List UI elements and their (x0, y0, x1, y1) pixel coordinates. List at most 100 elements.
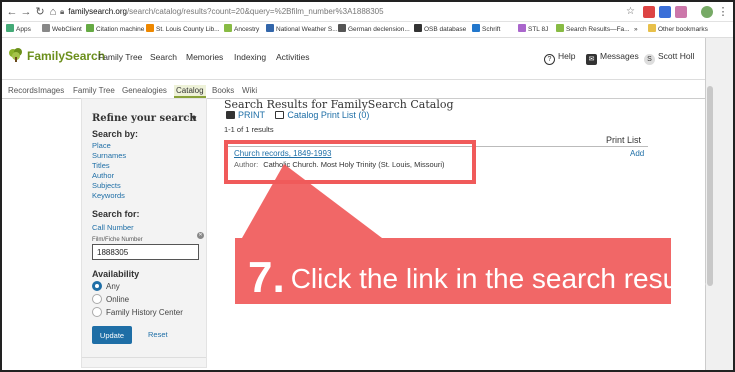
availability-any[interactable]: Any (92, 281, 120, 291)
help-link[interactable]: ? Help (544, 51, 575, 65)
bookmark-icon (338, 24, 346, 32)
folder-icon (648, 24, 656, 32)
bookmark-icon (414, 24, 422, 32)
add-to-print-list-link[interactable]: Add (630, 149, 644, 158)
search-by-heading: Search by: (92, 129, 139, 139)
print-actions: PRINT Catalog Print List (0) (226, 110, 369, 120)
user-menu[interactable]: S Scott Holl (644, 51, 694, 65)
bookmark-icon (86, 24, 94, 32)
print-list-link[interactable]: Catalog Print List (0) (275, 110, 369, 120)
bookmark-schrift[interactable]: Schrift (472, 24, 500, 36)
extension-icon[interactable] (659, 6, 671, 18)
apps-grid-icon (6, 24, 14, 32)
update-button[interactable]: Update (92, 326, 132, 344)
tab-family-tree[interactable]: Family Tree (73, 85, 115, 96)
chevron-down-icon[interactable]: ▼ (190, 114, 198, 123)
bookmark-stl8j[interactable]: STL 8J (518, 24, 548, 36)
film-number-input[interactable] (92, 244, 199, 260)
refine-sidebar: Refine your search ▼ Search by: Place Su… (81, 98, 207, 368)
bookmark-osb[interactable]: OSB database (414, 24, 466, 36)
bookmark-german[interactable]: German declension... (338, 24, 410, 36)
nav-memories[interactable]: Memories (186, 52, 223, 62)
bookmark-weather[interactable]: National Weather S... (266, 24, 338, 36)
menu-icon[interactable]: ⋮ (717, 5, 729, 19)
url-path: /search/catalog/results?count=20&query=%… (126, 7, 384, 16)
gmail-icon[interactable] (643, 6, 655, 18)
highlight-box (224, 140, 476, 184)
tab-records[interactable]: Records (8, 85, 38, 96)
forward-icon[interactable]: → (20, 5, 32, 19)
extension-icon[interactable] (675, 6, 687, 18)
refine-title: Refine your search (92, 113, 197, 124)
divider (82, 357, 206, 358)
help-icon: ? (544, 54, 555, 65)
nav-search[interactable]: Search (150, 52, 177, 62)
lock-icon: 🔒︎ (60, 7, 65, 16)
printer-icon (226, 111, 235, 119)
bookmark-ancestry[interactable]: Ancestry (224, 24, 259, 36)
bookmark-star-icon[interactable]: ☆ (626, 5, 635, 19)
step-number: 7. (248, 253, 285, 302)
search-by-author[interactable]: Author (92, 171, 114, 180)
nav-family-tree[interactable]: Family Tree (98, 52, 142, 62)
print-link[interactable]: PRINT (226, 110, 265, 120)
print-list-header: Print List (606, 135, 642, 145)
availability-online[interactable]: Online (92, 294, 129, 304)
search-by-surnames[interactable]: Surnames (92, 151, 126, 160)
step-instruction: Click the link in the search results (290, 263, 707, 294)
search-by-keywords[interactable]: Keywords (92, 191, 125, 200)
tab-wiki[interactable]: Wiki (242, 85, 257, 96)
bookmark-icon (472, 24, 480, 32)
bookmark-stlouis[interactable]: St. Louis County Lib... (146, 24, 220, 36)
bookmarks-overflow[interactable]: » (634, 24, 638, 36)
bookmarks-bar: Apps WebClient Citation machine St. Loui… (2, 22, 733, 38)
availability-heading: Availability (92, 269, 140, 279)
search-by-subjects[interactable]: Subjects (92, 181, 121, 190)
results-count: 1-1 of 1 results (224, 125, 274, 134)
site-header: FamilySearch Family Tree Search Memories… (2, 38, 733, 99)
bookmark-icon (42, 24, 50, 32)
bookmark-search-results[interactable]: Search Results—Fa... (556, 24, 630, 36)
url-host: familysearch.org (68, 7, 127, 16)
list-icon (275, 111, 285, 119)
tab-books[interactable]: Books (212, 85, 234, 96)
avatar: S (644, 54, 655, 65)
availability-fhc[interactable]: Family History Center (92, 307, 183, 317)
nav-activities[interactable]: Activities (276, 52, 310, 62)
tab-images[interactable]: Images (38, 85, 64, 96)
scrollbar-thumb[interactable] (707, 86, 713, 286)
bookmark-apps[interactable]: Apps (6, 24, 31, 36)
tab-genealogies[interactable]: Genealogies (122, 85, 167, 96)
search-by-titles[interactable]: Titles (92, 161, 110, 170)
bookmark-other[interactable]: Other bookmarks (648, 24, 708, 36)
bookmark-icon (224, 24, 232, 32)
sub-navigation: Records Images Family Tree Genealogies C… (2, 82, 733, 99)
bookmark-icon (556, 24, 564, 32)
bookmark-icon (518, 24, 526, 32)
bookmark-citation[interactable]: Citation machine (86, 24, 144, 36)
message-icon: ✉ (586, 54, 597, 65)
radio-icon (92, 294, 102, 304)
film-number-label: Film/Fiche Number (92, 237, 143, 243)
address-bar[interactable]: 🔒︎ familysearch.org/search/catalog/result… (60, 5, 384, 19)
reset-link[interactable]: Reset (148, 330, 168, 339)
radio-selected-icon (92, 281, 102, 291)
reload-icon[interactable]: ↻ (34, 5, 46, 19)
callout-text: 7. Click the link in the search results (248, 256, 707, 300)
back-icon[interactable]: ← (6, 5, 18, 19)
familysearch-logo[interactable]: FamilySearch (8, 48, 105, 63)
radio-icon (92, 307, 102, 317)
tab-catalog[interactable]: Catalog (174, 85, 206, 98)
tree-logo-icon (9, 48, 22, 62)
profile-icon[interactable] (701, 6, 713, 18)
home-icon[interactable]: ⌂ (47, 5, 59, 19)
search-for-heading: Search for: (92, 209, 140, 219)
bookmark-icon (146, 24, 154, 32)
messages-link[interactable]: ✉ Messages (586, 51, 639, 65)
call-number-link[interactable]: Call Number (92, 223, 134, 232)
nav-indexing[interactable]: Indexing (234, 52, 266, 62)
bookmark-webclient[interactable]: WebClient (42, 24, 82, 36)
search-by-place[interactable]: Place (92, 141, 111, 150)
clear-icon[interactable]: ✕ (197, 232, 204, 239)
bookmark-icon (266, 24, 274, 32)
